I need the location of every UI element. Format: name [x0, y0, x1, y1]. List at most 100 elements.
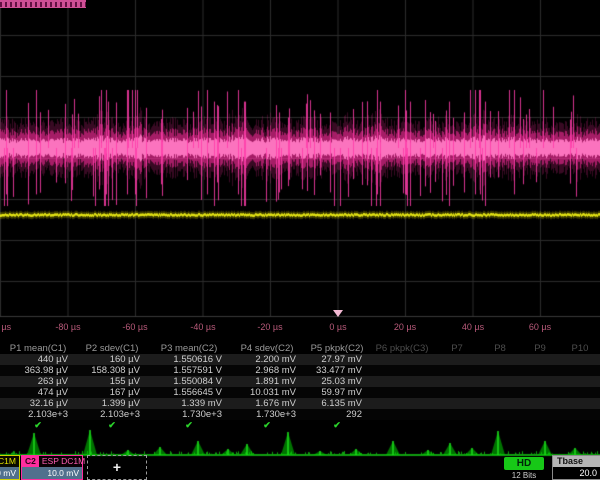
param-value: 33.477 mV	[304, 365, 370, 376]
trigger-position-marker[interactable]	[333, 310, 343, 317]
param-value	[370, 354, 434, 365]
param-header[interactable]: P4 sdev(C2)	[230, 343, 304, 354]
param-header[interactable]: P9	[520, 343, 560, 354]
param-value	[434, 409, 480, 420]
table-row: 440 µV160 µV1.550616 V2.200 mV27.97 mV	[0, 354, 600, 365]
param-header[interactable]: P8	[480, 343, 520, 354]
time-tick-label: 0 µs	[329, 322, 346, 332]
time-tick-label: 40 µs	[462, 322, 484, 332]
param-value: 1.557591 V	[148, 365, 230, 376]
param-value: 292	[304, 409, 370, 420]
param-value: 167 µV	[76, 387, 148, 398]
param-header[interactable]: P2 sdev(C1)	[76, 343, 148, 354]
param-value	[370, 409, 434, 420]
param-value: 363.98 µV	[0, 365, 76, 376]
table-row: 263 µV155 µV1.550084 V1.891 mV25.03 mV	[0, 376, 600, 387]
param-header[interactable]: P3 mean(C2)	[148, 343, 230, 354]
table-row: 2.103e+32.103e+31.730e+31.730e+3292	[0, 409, 600, 420]
c1-scale-value: 0 mV	[0, 467, 19, 479]
hd-bits-label: 12 Bits	[500, 471, 548, 480]
param-value	[560, 398, 600, 409]
time-tick-label: 60 µs	[529, 322, 551, 332]
time-tick-label: 20 µs	[394, 322, 416, 332]
table-row: 474 µV167 µV1.556645 V10.031 mV59.97 mV	[0, 387, 600, 398]
param-value	[560, 409, 600, 420]
parameter-histogram	[0, 424, 600, 458]
param-value: 1.556645 V	[148, 387, 230, 398]
param-value	[434, 365, 480, 376]
c1-coupling-label: DC1M	[0, 456, 19, 467]
param-header[interactable]: P10	[560, 343, 600, 354]
c2-scale-value: 10.0 mV	[22, 467, 82, 479]
time-tick-label: -40 µs	[190, 322, 215, 332]
param-value: 2.103e+3	[0, 409, 76, 420]
param-value	[480, 387, 520, 398]
param-value	[370, 398, 434, 409]
param-value	[520, 376, 560, 387]
measure-table: P1 mean(C1)P2 sdev(C1)P3 mean(C2)P4 sdev…	[0, 343, 600, 431]
param-value: 2.103e+3	[76, 409, 148, 420]
param-value: 2.200 mV	[230, 354, 304, 365]
param-header[interactable]: P6 pkpk(C3)	[370, 343, 434, 354]
timebase-label: Tbase	[553, 456, 600, 467]
param-value: 25.03 mV	[304, 376, 370, 387]
param-value	[370, 365, 434, 376]
param-header[interactable]: P7	[434, 343, 480, 354]
param-value	[520, 354, 560, 365]
param-value	[434, 376, 480, 387]
truncated-trace-label	[0, 0, 86, 8]
param-value	[480, 376, 520, 387]
param-value: 32.16 µV	[0, 398, 76, 409]
param-value: 1.891 mV	[230, 376, 304, 387]
param-value	[480, 365, 520, 376]
param-value: 6.135 mV	[304, 398, 370, 409]
param-value: 1.730e+3	[148, 409, 230, 420]
param-value: 2.968 mV	[230, 365, 304, 376]
param-value: 59.97 mV	[304, 387, 370, 398]
param-value: 1.550616 V	[148, 354, 230, 365]
param-value: 1.550084 V	[148, 376, 230, 387]
time-tick-label: -100 µs	[0, 322, 11, 332]
param-value	[520, 409, 560, 420]
channel-c2-descriptor[interactable]: C2 ESP DC1M 10.0 mV	[21, 455, 83, 480]
param-value	[520, 398, 560, 409]
table-row: 363.98 µV158.308 µV1.557591 V2.968 mV33.…	[0, 365, 600, 376]
param-value	[480, 398, 520, 409]
param-header[interactable]: P5 pkpk(C2)	[304, 343, 370, 354]
param-value: 10.031 mV	[230, 387, 304, 398]
time-axis: -100 µs-80 µs-60 µs-40 µs-20 µs0 µs20 µs…	[0, 318, 600, 336]
param-value	[480, 409, 520, 420]
c2-coupling-label: ESP DC1M	[39, 456, 85, 467]
param-value: 1.339 mV	[148, 398, 230, 409]
add-trace-button[interactable]: +	[87, 455, 147, 480]
param-value	[434, 354, 480, 365]
param-value: 1.399 µV	[76, 398, 148, 409]
c2-title-row: C2 ESP DC1M	[22, 456, 82, 467]
timebase-value: 20.0	[553, 467, 600, 479]
param-value	[480, 354, 520, 365]
time-tick-label: -60 µs	[122, 322, 147, 332]
param-value	[370, 387, 434, 398]
timebase-descriptor[interactable]: Tbase 20.0	[552, 455, 600, 480]
waveform-display[interactable]	[0, 0, 600, 318]
param-value	[560, 387, 600, 398]
channel-c1-descriptor[interactable]: DC1M 0 mV	[0, 455, 20, 480]
param-value	[560, 376, 600, 387]
param-value: 1.730e+3	[230, 409, 304, 420]
param-value: 158.308 µV	[76, 365, 148, 376]
oscilloscope-screen: -100 µs-80 µs-60 µs-40 µs-20 µs0 µs20 µs…	[0, 0, 600, 480]
hd-mode-badge[interactable]: HD	[504, 457, 544, 470]
param-value: 155 µV	[76, 376, 148, 387]
param-value: 440 µV	[0, 354, 76, 365]
param-value: 263 µV	[0, 376, 76, 387]
param-value: 160 µV	[76, 354, 148, 365]
param-value: 1.676 mV	[230, 398, 304, 409]
c2-channel-tab: C2	[22, 456, 39, 467]
param-value	[370, 376, 434, 387]
param-value	[560, 365, 600, 376]
param-header[interactable]: P1 mean(C1)	[0, 343, 76, 354]
param-value	[434, 398, 480, 409]
time-tick-label: -80 µs	[55, 322, 80, 332]
param-value	[520, 387, 560, 398]
param-value	[434, 387, 480, 398]
